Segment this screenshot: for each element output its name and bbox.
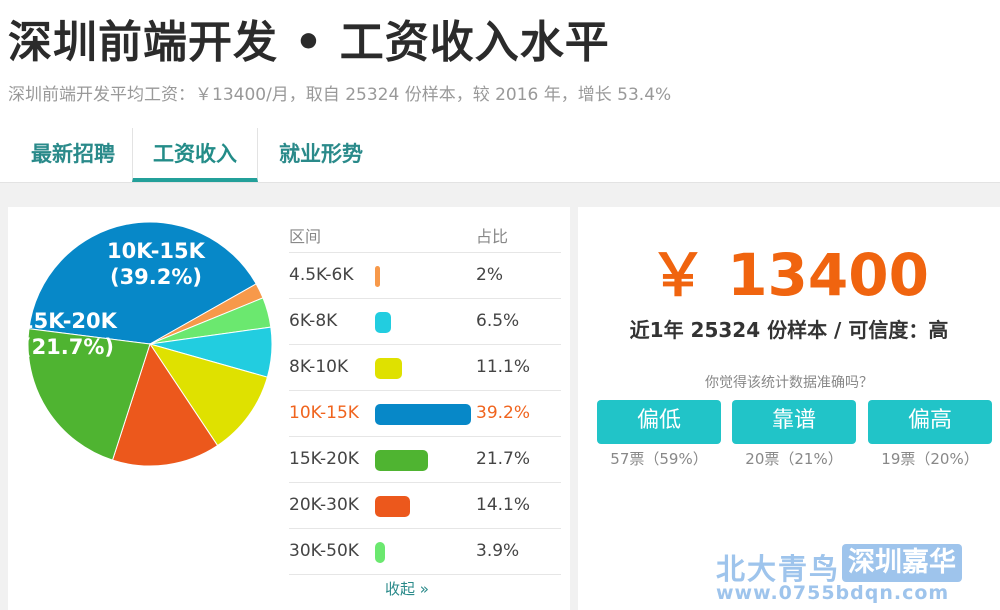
range-label: 20K-30K bbox=[289, 495, 359, 515]
average-salary: ￥ 13400 bbox=[649, 241, 929, 309]
vote-high-button[interactable]: 偏高 bbox=[868, 400, 992, 444]
table-row: 6K-8K 6.5% bbox=[289, 299, 561, 345]
vote-reliable-button[interactable]: 靠谱 bbox=[732, 400, 856, 444]
accuracy-question: 你觉得该统计数据准确吗？ bbox=[705, 375, 873, 391]
table-row: 20K-30K 14.1% bbox=[289, 483, 561, 529]
pie-label-name: 15K-20K bbox=[19, 309, 118, 333]
range-label: 6K-8K bbox=[289, 311, 338, 331]
share-bar bbox=[375, 450, 428, 471]
table-row: 15K-20K 21.7% bbox=[289, 437, 561, 483]
table-row: 8K-10K 11.1% bbox=[289, 345, 561, 391]
share-pct: 39.2% bbox=[476, 403, 531, 423]
tab-employment-trend[interactable]: 就业形势 bbox=[258, 128, 384, 182]
salary-range-table: 区间 占比 4.5K-6K 2% 6K-8K 6.5% 8K-10K 11.1% 10K-1… bbox=[289, 219, 561, 575]
collapse-link[interactable]: 收起 » bbox=[385, 578, 429, 599]
range-label: 30K-50K bbox=[289, 541, 359, 561]
range-label: 15K-20K bbox=[289, 449, 359, 469]
share-bar bbox=[375, 542, 385, 563]
share-pct: 21.7% bbox=[476, 449, 531, 469]
column-header-pct: 占比 bbox=[476, 227, 509, 246]
page-subtitle: 深圳前端开发平均工资：￥13400/月，取自 25324 份样本，较 2016 … bbox=[8, 85, 672, 105]
share-bar bbox=[375, 266, 380, 287]
share-bar bbox=[375, 404, 471, 425]
vote-low-count: 57票（59%） bbox=[610, 450, 708, 468]
share-bar bbox=[375, 312, 391, 333]
tab-latest-jobs[interactable]: 最新招聘 bbox=[14, 128, 132, 182]
sample-info: 近1年 25324 份样本 / 可信度：高 bbox=[629, 318, 949, 342]
share-pct: 6.5% bbox=[476, 311, 520, 331]
share-bar bbox=[375, 358, 402, 379]
range-label: 8K-10K bbox=[289, 357, 349, 377]
share-pct: 3.9% bbox=[476, 541, 520, 561]
table-header: 区间 占比 bbox=[289, 219, 561, 253]
watermark-url: www.0755bdqn.com bbox=[716, 582, 950, 604]
range-label: 10K-15K bbox=[289, 403, 359, 423]
table-row: 10K-15K 39.2% bbox=[289, 391, 561, 437]
pie-label-pct: (39.2%) bbox=[110, 265, 202, 289]
table-row: 4.5K-6K 2% bbox=[289, 253, 561, 299]
salary-pie-chart: 10K-15K(39.2%) 15K-20K(21.7%) bbox=[19, 221, 273, 467]
vote-reliable-count: 20票（21%） bbox=[745, 450, 843, 468]
vote-high-count: 19票（20%） bbox=[881, 450, 979, 468]
column-header-range: 区间 bbox=[289, 227, 322, 246]
range-label: 4.5K-6K bbox=[289, 265, 354, 285]
share-bar bbox=[375, 496, 410, 517]
vote-low-button[interactable]: 偏低 bbox=[597, 400, 721, 444]
share-pct: 2% bbox=[476, 265, 503, 285]
tab-salary-income[interactable]: 工资收入 bbox=[132, 128, 258, 182]
table-row: 30K-50K 3.9% bbox=[289, 529, 561, 575]
watermark-badge: 深圳嘉华 bbox=[842, 544, 962, 582]
share-pct: 11.1% bbox=[476, 357, 531, 377]
page-title: 深圳前端开发 • 工资收入水平 bbox=[8, 17, 610, 68]
tab-bar: 最新招聘 工资收入 就业形势 bbox=[0, 128, 1000, 183]
pie-label-name: 10K-15K bbox=[107, 239, 206, 263]
pie-label-pct: (21.7%) bbox=[22, 335, 114, 359]
share-pct: 14.1% bbox=[476, 495, 531, 515]
